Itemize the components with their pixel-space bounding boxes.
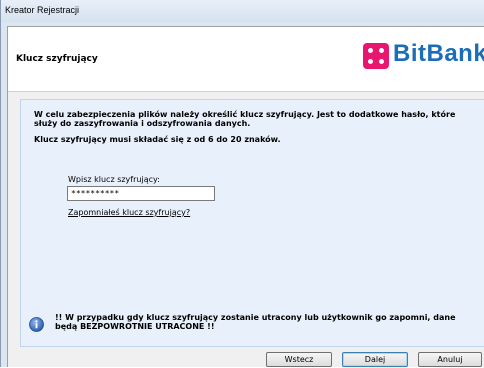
title-bar[interactable]: Kreator Rejestracji [1,0,484,22]
forgot-key-link[interactable]: Zapomniałeś klucz szyfrujący? [68,208,190,217]
window-title: Kreator Rejestracji [5,5,80,15]
wizard-buttons: Wstecz Dalej Anuluj [8,352,484,368]
encryption-key-label: Wpisz klucz szyfrujący: [68,175,160,184]
back-button[interactable]: Wstecz [266,352,332,367]
next-button[interactable]: Dalej [342,352,408,367]
wizard-window: Kreator Rejestracji Klucz szyfrujący Bit… [0,0,484,367]
wizard-header: Klucz szyfrujący BitBank [8,27,484,92]
bitbank-logo-icon [363,43,389,69]
info-icon [29,317,44,332]
length-rule-text: Klucz szyfrujący musi składać się z od 6… [34,135,281,144]
data-loss-warning: !! W przypadku gdy klucz szyfrujący zost… [55,313,456,331]
encryption-key-input[interactable] [67,186,215,201]
bitbank-logo: BitBank [363,40,484,72]
cancel-button[interactable]: Anuluj [418,352,482,367]
intro-text: W celu zabezpieczenia plików należy okre… [34,110,456,128]
wizard-client-area: Klucz szyfrujący BitBank W celu zabezpie… [7,26,484,367]
logo-wordmark: BitBank [393,40,484,67]
content-panel: W celu zabezpieczenia plików należy okre… [20,99,484,347]
page-title: Klucz szyfrujący [16,54,98,64]
